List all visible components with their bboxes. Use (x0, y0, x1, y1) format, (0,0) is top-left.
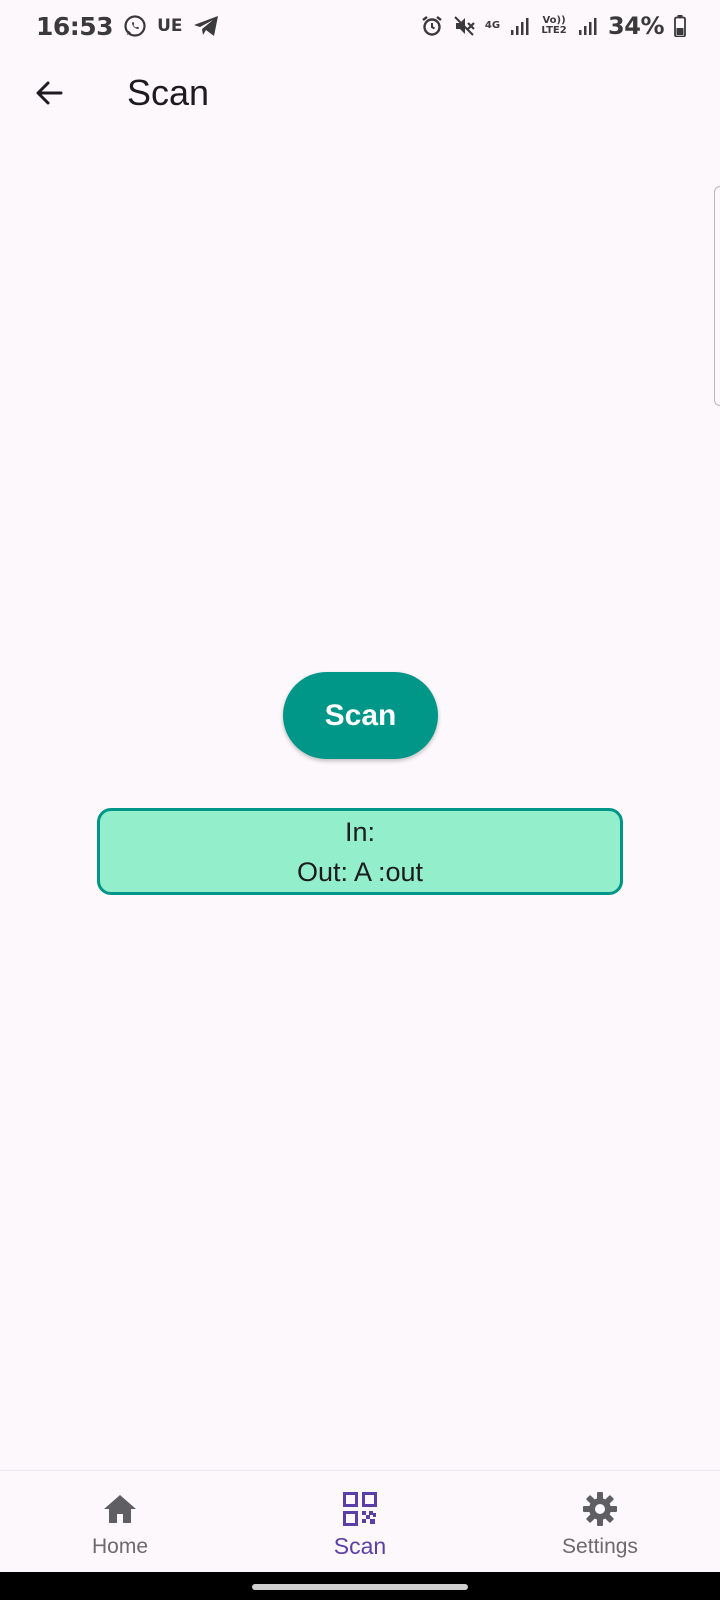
telegram-icon (193, 15, 219, 37)
signal-2-icon (578, 16, 598, 36)
arrow-back-icon (36, 81, 63, 105)
home-icon (102, 1489, 138, 1529)
carrier-text: UE (157, 16, 183, 36)
scan-result-box: In: Out: A :out (97, 808, 623, 895)
battery-icon (674, 15, 686, 37)
mute-icon (453, 15, 475, 37)
network-4g-label: 4G (484, 20, 501, 31)
nav-item-scan[interactable]: Scan (240, 1471, 480, 1572)
result-in-line: In: (344, 816, 376, 847)
nav-label-home: Home (91, 1535, 149, 1558)
nav-label-scan: Scan (333, 1533, 387, 1559)
alarm-icon (421, 15, 443, 37)
page-title: Scan (127, 72, 210, 113)
volte-label: Vo)) LTE2 (541, 15, 567, 36)
screen: 16:53 UE 4G Vo)) LTE2 34% Scan Scan In: … (0, 0, 720, 1600)
scan-button[interactable]: Scan (283, 672, 438, 759)
nav-item-home[interactable]: Home (0, 1471, 240, 1572)
system-navigation-bar (0, 1572, 720, 1600)
nav-item-settings[interactable]: Settings (480, 1471, 720, 1572)
result-out-line: Out: A :out (296, 856, 424, 887)
qr-code-icon (343, 1489, 377, 1529)
app-bar: Scan (0, 52, 720, 134)
signal-icon (510, 16, 530, 36)
back-button[interactable] (21, 65, 77, 121)
bottom-navigation: Home Scan Settings (0, 1470, 720, 1572)
status-bar-right: 4G Vo)) LTE2 34% (421, 12, 686, 40)
nav-label-settings: Settings (562, 1535, 638, 1558)
whatsapp-icon (123, 14, 147, 38)
gear-icon (582, 1489, 618, 1529)
status-time: 16:53 (36, 11, 114, 41)
status-bar: 16:53 UE 4G Vo)) LTE2 34% (0, 0, 720, 52)
edge-panel-handle[interactable] (714, 186, 720, 406)
battery-percent: 34% (608, 12, 664, 40)
status-bar-left: 16:53 UE (36, 12, 219, 41)
home-gesture-pill[interactable] (252, 1584, 468, 1590)
